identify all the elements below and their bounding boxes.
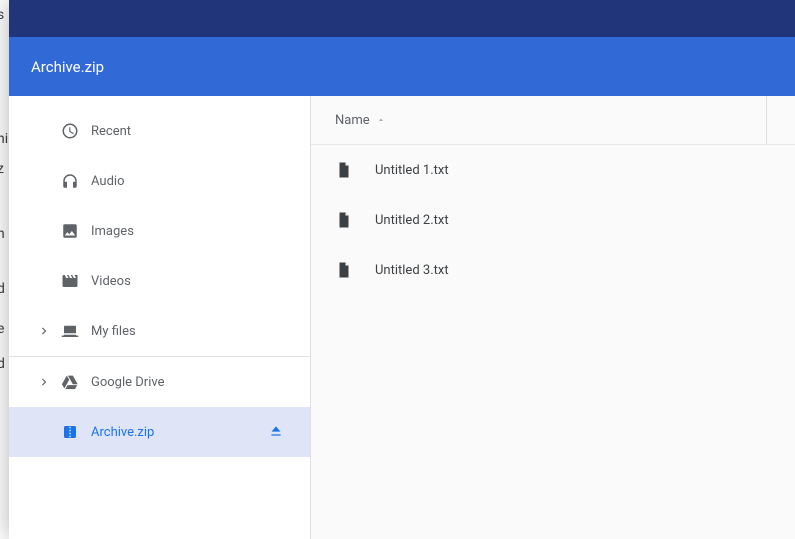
column-header[interactable]: Name xyxy=(311,96,795,145)
sidebar-item-googledrive[interactable]: Google Drive xyxy=(9,357,310,407)
window-title: Archive.zip xyxy=(31,58,104,76)
files-app-window: Archive.zip Recent Audio xyxy=(9,0,795,539)
file-name: Untitled 1.txt xyxy=(375,163,449,178)
file-row[interactable]: Untitled 1.txt xyxy=(311,145,795,195)
eject-icon[interactable] xyxy=(268,423,286,441)
background-text-fragments: s ni z h d e d xyxy=(0,0,9,539)
chevron-right-icon xyxy=(35,373,53,391)
file-list-panel: Name Untitled 1.txt Untitled 2 xyxy=(311,96,795,539)
sidebar-item-label: Videos xyxy=(91,274,131,289)
sidebar-item-myfiles[interactable]: My files xyxy=(9,306,310,356)
column-separator xyxy=(766,96,767,144)
file-name: Untitled 3.txt xyxy=(375,263,449,278)
sidebar-item-images[interactable]: Images xyxy=(9,206,310,256)
video-icon xyxy=(61,272,79,290)
file-icon xyxy=(335,261,353,279)
file-icon xyxy=(335,211,353,229)
sidebar-item-audio[interactable]: Audio xyxy=(9,156,310,206)
sidebar-item-archive[interactable]: Archive.zip xyxy=(9,407,310,457)
sidebar-item-label: Recent xyxy=(91,124,131,139)
file-row[interactable]: Untitled 3.txt xyxy=(311,245,795,295)
window-body: Recent Audio Images xyxy=(9,96,795,539)
chevron-right-icon xyxy=(35,322,53,340)
window-topbar xyxy=(9,0,795,37)
sidebar-item-videos[interactable]: Videos xyxy=(9,256,310,306)
file-list: Untitled 1.txt Untitled 2.txt Untitled 3… xyxy=(311,145,795,295)
sidebar-item-label: My files xyxy=(91,324,136,339)
file-icon xyxy=(335,161,353,179)
file-name: Untitled 2.txt xyxy=(375,213,449,228)
window-titlebar: Archive.zip xyxy=(9,37,795,96)
sidebar-item-label: Audio xyxy=(91,174,124,189)
sidebar-item-label: Images xyxy=(91,224,134,239)
laptop-icon xyxy=(61,322,79,340)
headphones-icon xyxy=(61,172,79,190)
sidebar-item-label: Archive.zip xyxy=(91,425,154,440)
archive-icon xyxy=(61,423,79,441)
drive-icon xyxy=(61,373,79,391)
clock-icon xyxy=(61,122,79,140)
sidebar-item-label: Google Drive xyxy=(91,375,164,390)
column-name-label: Name xyxy=(335,113,370,128)
sort-ascending-icon xyxy=(376,115,386,125)
sidebar-item-recent[interactable]: Recent xyxy=(9,106,310,156)
sidebar: Recent Audio Images xyxy=(9,96,311,539)
file-row[interactable]: Untitled 2.txt xyxy=(311,195,795,245)
image-icon xyxy=(61,222,79,240)
